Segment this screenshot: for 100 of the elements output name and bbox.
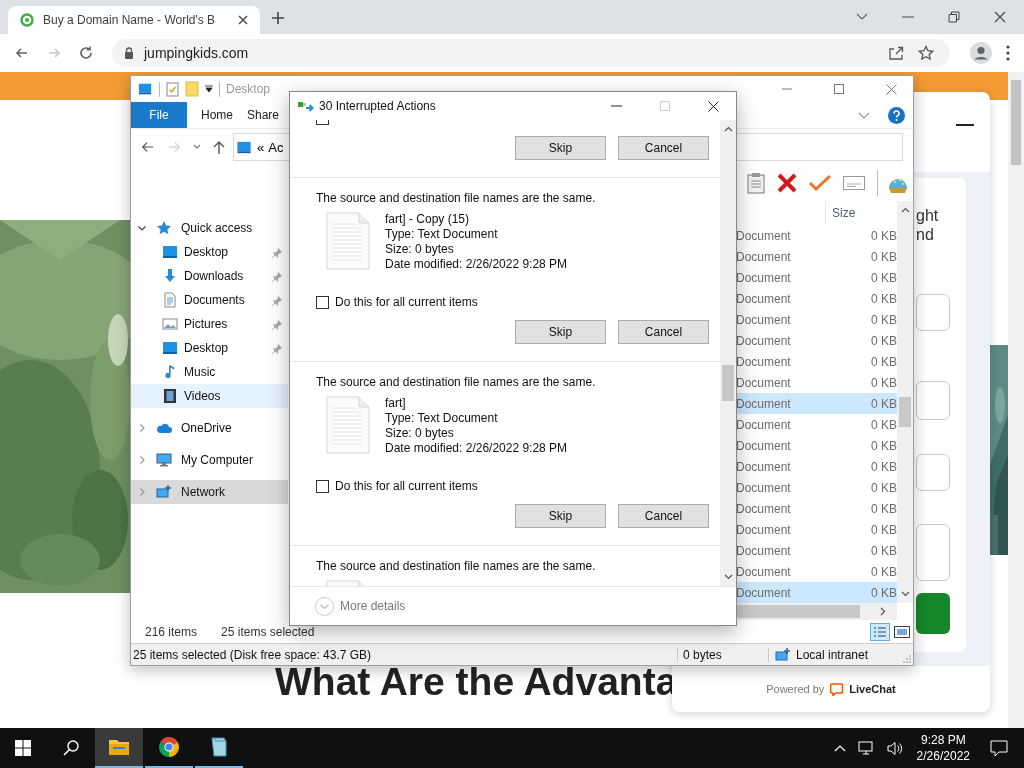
nav-item[interactable]: Desktop: [131, 240, 288, 264]
browser-tab[interactable]: Buy a Domain Name - World's B: [8, 6, 260, 34]
close-tab-icon[interactable]: [238, 15, 248, 25]
skip-button[interactable]: Skip: [515, 136, 606, 160]
file-row[interactable]: Document 0 KB: [736, 309, 897, 330]
skip-button[interactable]: Skip: [515, 320, 606, 344]
file-row[interactable]: Document 0 KB: [736, 540, 897, 561]
search-icon[interactable]: [63, 740, 79, 756]
file-row[interactable]: Document 0 KB: [736, 393, 897, 414]
card-icon[interactable]: [843, 176, 865, 190]
file-row[interactable]: Document 0 KB: [736, 267, 897, 288]
address-bar[interactable]: jumpingkids.com: [112, 39, 950, 67]
file-row[interactable]: Document 0 KB: [736, 330, 897, 351]
file-row[interactable]: Document 0 KB: [736, 225, 897, 246]
checkbox[interactable]: [316, 295, 329, 309]
clock-time[interactable]: 9:28 PM: [920, 732, 966, 748]
star-icon[interactable]: [918, 45, 934, 61]
file-row[interactable]: Document 0 KB: [736, 372, 897, 393]
file-row[interactable]: Document 0 KB: [736, 477, 897, 498]
input-field[interactable]: [916, 294, 950, 331]
close-icon[interactable]: [708, 100, 719, 112]
nav-item[interactable]: OneDrive: [131, 416, 288, 440]
menu-icon[interactable]: [1006, 45, 1010, 61]
profile-icon[interactable]: [970, 42, 992, 64]
start-chat-button[interactable]: [916, 593, 950, 634]
nav-item[interactable]: Documents: [131, 288, 288, 312]
file-menu[interactable]: File: [131, 102, 187, 128]
path-overflow-text[interactable]: «: [257, 139, 265, 155]
scrollbar-thumb[interactable]: [899, 397, 911, 427]
scroll-up-icon[interactable]: [900, 207, 910, 213]
horizontal-scrollbar[interactable]: [736, 603, 897, 620]
nav-item[interactable]: Downloads: [131, 264, 288, 288]
scroll-down-icon[interactable]: [900, 591, 910, 597]
scroll-right-icon[interactable]: [880, 607, 886, 616]
ribbon-tab[interactable]: Share: [247, 108, 280, 122]
close-icon[interactable]: [994, 11, 1006, 23]
properties-icon[interactable]: [166, 81, 179, 97]
help-icon[interactable]: [888, 106, 905, 124]
file-row[interactable]: Document 0 KB: [736, 351, 897, 372]
clock-date[interactable]: 2/26/2022: [916, 748, 970, 764]
file-row[interactable]: Document 0 KB: [736, 498, 897, 519]
file-row[interactable]: Document 0 KB: [736, 519, 897, 540]
network-icon[interactable]: [857, 740, 875, 756]
nav-item[interactable]: Network: [131, 480, 288, 504]
resize-grip-icon[interactable]: [903, 655, 911, 663]
expand-ribbon-icon[interactable]: [858, 111, 870, 119]
notifications-icon[interactable]: [990, 739, 1008, 757]
skip-button[interactable]: Skip: [515, 504, 606, 528]
share-icon[interactable]: [888, 45, 904, 61]
scrollbar-thumb[interactable]: [722, 365, 734, 401]
nav-item[interactable]: Quick access: [131, 216, 288, 240]
file-row[interactable]: Document 0 KB: [736, 561, 897, 582]
checkbox[interactable]: [316, 479, 329, 493]
back-icon[interactable]: [141, 140, 155, 154]
checkmark-icon[interactable]: [809, 174, 831, 192]
input-field[interactable]: [916, 381, 950, 420]
ribbon-tab[interactable]: Home: [201, 108, 233, 122]
scroll-up-icon[interactable]: [723, 126, 733, 132]
file-row[interactable]: Document 0 KB: [736, 414, 897, 435]
nav-item[interactable]: Desktop: [131, 336, 288, 360]
start-icon[interactable]: [15, 740, 31, 756]
maximize-icon[interactable]: [834, 84, 844, 94]
file-row[interactable]: Document 0 KB: [736, 456, 897, 477]
scroll-down-icon[interactable]: [723, 574, 733, 580]
message-field[interactable]: [916, 524, 950, 581]
volume-icon[interactable]: [886, 740, 903, 756]
cancel-button[interactable]: Cancel: [618, 504, 709, 528]
input-field[interactable]: [916, 454, 950, 491]
dialog-scrollbar[interactable]: [720, 120, 736, 586]
list-scrollbar[interactable]: [897, 201, 913, 603]
file-row[interactable]: Document 0 KB: [736, 435, 897, 456]
nav-item[interactable]: Pictures: [131, 312, 288, 336]
file-row[interactable]: Document 0 KB: [736, 582, 897, 603]
taskbar-app[interactable]: [95, 728, 143, 768]
thumbnail-view-icon[interactable]: [894, 626, 910, 638]
restore-icon[interactable]: [948, 11, 960, 23]
more-details-link[interactable]: More details: [340, 599, 406, 613]
cancel-button[interactable]: Cancel: [618, 320, 709, 344]
tab-search-icon[interactable]: [856, 13, 868, 21]
expand-icon[interactable]: [138, 224, 146, 232]
page-scrollbar[interactable]: [1008, 72, 1024, 728]
scrollbar-thumb[interactable]: [1011, 80, 1021, 165]
nav-item[interactable]: Music: [131, 360, 288, 384]
desktop-icon[interactable]: [137, 82, 153, 96]
cancel-button[interactable]: Cancel: [618, 136, 709, 160]
caret-up-icon[interactable]: [833, 744, 846, 752]
up-icon[interactable]: [213, 140, 225, 154]
new-tab-icon[interactable]: [271, 11, 285, 25]
recent-locations-icon[interactable]: [193, 144, 201, 150]
path-segment[interactable]: Ac: [268, 139, 284, 155]
nav-item[interactable]: My Computer: [131, 448, 288, 472]
clipboard-icon[interactable]: [747, 172, 765, 194]
file-row[interactable]: Document 0 KB: [736, 246, 897, 267]
dropdown-icon[interactable]: [205, 85, 213, 93]
reload-icon[interactable]: [78, 45, 94, 61]
scrollbar-thumb[interactable]: [736, 605, 860, 618]
file-row[interactable]: Document 0 KB: [736, 288, 897, 309]
nav-item[interactable]: Videos: [131, 384, 288, 408]
lock-icon[interactable]: [124, 47, 134, 59]
delete-icon[interactable]: [777, 173, 797, 193]
